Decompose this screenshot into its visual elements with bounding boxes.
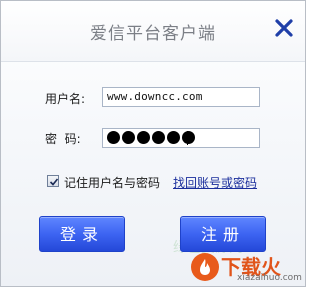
close-icon[interactable] bbox=[272, 15, 296, 41]
password-mask bbox=[107, 131, 195, 144]
password-dot bbox=[122, 131, 135, 144]
window-title: 爱信平台客户端 bbox=[90, 24, 216, 44]
password-field[interactable] bbox=[102, 128, 260, 148]
username-value: www.downcc.com bbox=[107, 90, 203, 103]
password-label: 密 码: bbox=[45, 132, 81, 146]
username-label: 用户名: bbox=[45, 92, 86, 106]
site-watermark: 下载火 xiazaihuo.com bbox=[179, 251, 303, 285]
remember-label: 记住用户名与密码 bbox=[64, 176, 161, 190]
watermark-url: xiazaihuo.com bbox=[237, 273, 302, 283]
password-dot bbox=[152, 131, 165, 144]
username-field[interactable]: www.downcc.com bbox=[102, 87, 260, 107]
checkmark-icon bbox=[49, 178, 59, 186]
recover-account-link[interactable]: 找回账号或密码 bbox=[173, 174, 257, 191]
text-caret bbox=[187, 131, 188, 145]
watermark-logo-icon bbox=[191, 253, 219, 281]
login-button[interactable]: 登录 bbox=[39, 216, 125, 252]
remember-checkbox[interactable] bbox=[47, 175, 59, 187]
title-bar: 爱信平台客户端 bbox=[1, 1, 305, 62]
password-dot bbox=[107, 131, 120, 144]
login-window: 爱信平台客户端 用户名: www.downcc.com 密 码: 记住用户名与密… bbox=[0, 0, 306, 287]
register-button[interactable]: 注册 bbox=[180, 216, 266, 252]
password-dot bbox=[167, 131, 180, 144]
password-dot bbox=[182, 131, 195, 144]
password-dot bbox=[137, 131, 150, 144]
remember-credentials[interactable]: 记住用户名与密码 bbox=[47, 174, 171, 190]
